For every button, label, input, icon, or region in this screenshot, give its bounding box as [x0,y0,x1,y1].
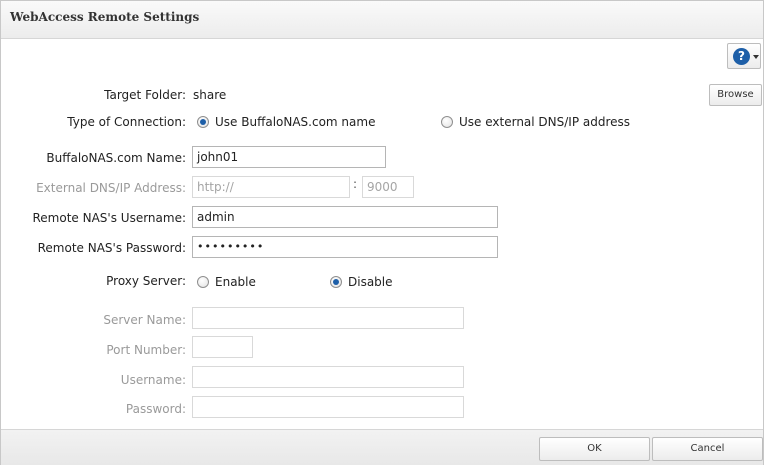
proxy-server-name-input[interactable] [192,307,464,329]
proxy-port-number-label: Port Number: [106,343,186,357]
remote-password-label: Remote NAS's Password: [37,241,186,255]
buffalonas-name-input[interactable]: john01 [192,146,386,168]
cancel-button[interactable]: Cancel [652,437,763,461]
remote-username-label: Remote NAS's Username: [32,211,187,225]
buffalonas-name-label: BuffaloNAS.com Name: [46,151,186,165]
proxy-password-input[interactable] [192,396,464,418]
external-dns-input[interactable]: http:// [192,176,350,198]
radio-label: Use external DNS/IP address [459,115,631,129]
remote-username-input[interactable]: admin [192,206,498,228]
radio-button-unchecked[interactable] [197,276,209,288]
dialog-title: WebAccess Remote Settings [10,10,200,24]
target-folder-label: Target Folder: [104,88,186,102]
proxy-server-name-label: Server Name: [103,313,186,327]
dialog-titlebar: WebAccess Remote Settings [1,1,763,39]
ok-button[interactable]: OK [539,437,650,461]
radio-proxy-enable[interactable]: Enable [197,275,256,289]
radio-label: Disable [348,275,393,289]
radio-use-external-dns[interactable]: Use external DNS/IP address [441,115,630,129]
connection-type-label: Type of Connection: [67,115,186,129]
radio-label: Enable [215,275,256,289]
radio-proxy-disable[interactable]: Disable [330,275,393,289]
chevron-down-icon [753,55,759,59]
radio-button-unchecked[interactable] [441,116,453,128]
proxy-password-label: Password: [125,402,186,416]
external-dns-label: External DNS/IP Address: [36,181,186,195]
proxy-username-label: Username: [120,373,186,387]
radio-button-checked[interactable] [330,276,342,288]
external-dns-port-input[interactable]: 9000 [362,176,414,198]
remote-password-input[interactable]: ••••••••• [192,236,498,258]
browse-button[interactable]: Browse [709,84,762,106]
radio-use-buffalonas-name[interactable]: Use BuffaloNAS.com name [197,115,375,129]
help-icon: ? [733,48,750,65]
proxy-username-input[interactable] [192,366,464,388]
target-folder-value: share [193,88,227,102]
help-button[interactable]: ? [727,43,761,69]
proxy-server-label: Proxy Server: [106,274,186,288]
radio-label: Use BuffaloNAS.com name [215,115,376,129]
radio-button-checked[interactable] [197,116,209,128]
webaccess-remote-settings-dialog: WebAccess Remote Settings ? Target Folde… [0,0,764,465]
port-separator: : [353,177,358,191]
proxy-port-number-input[interactable] [192,336,253,358]
